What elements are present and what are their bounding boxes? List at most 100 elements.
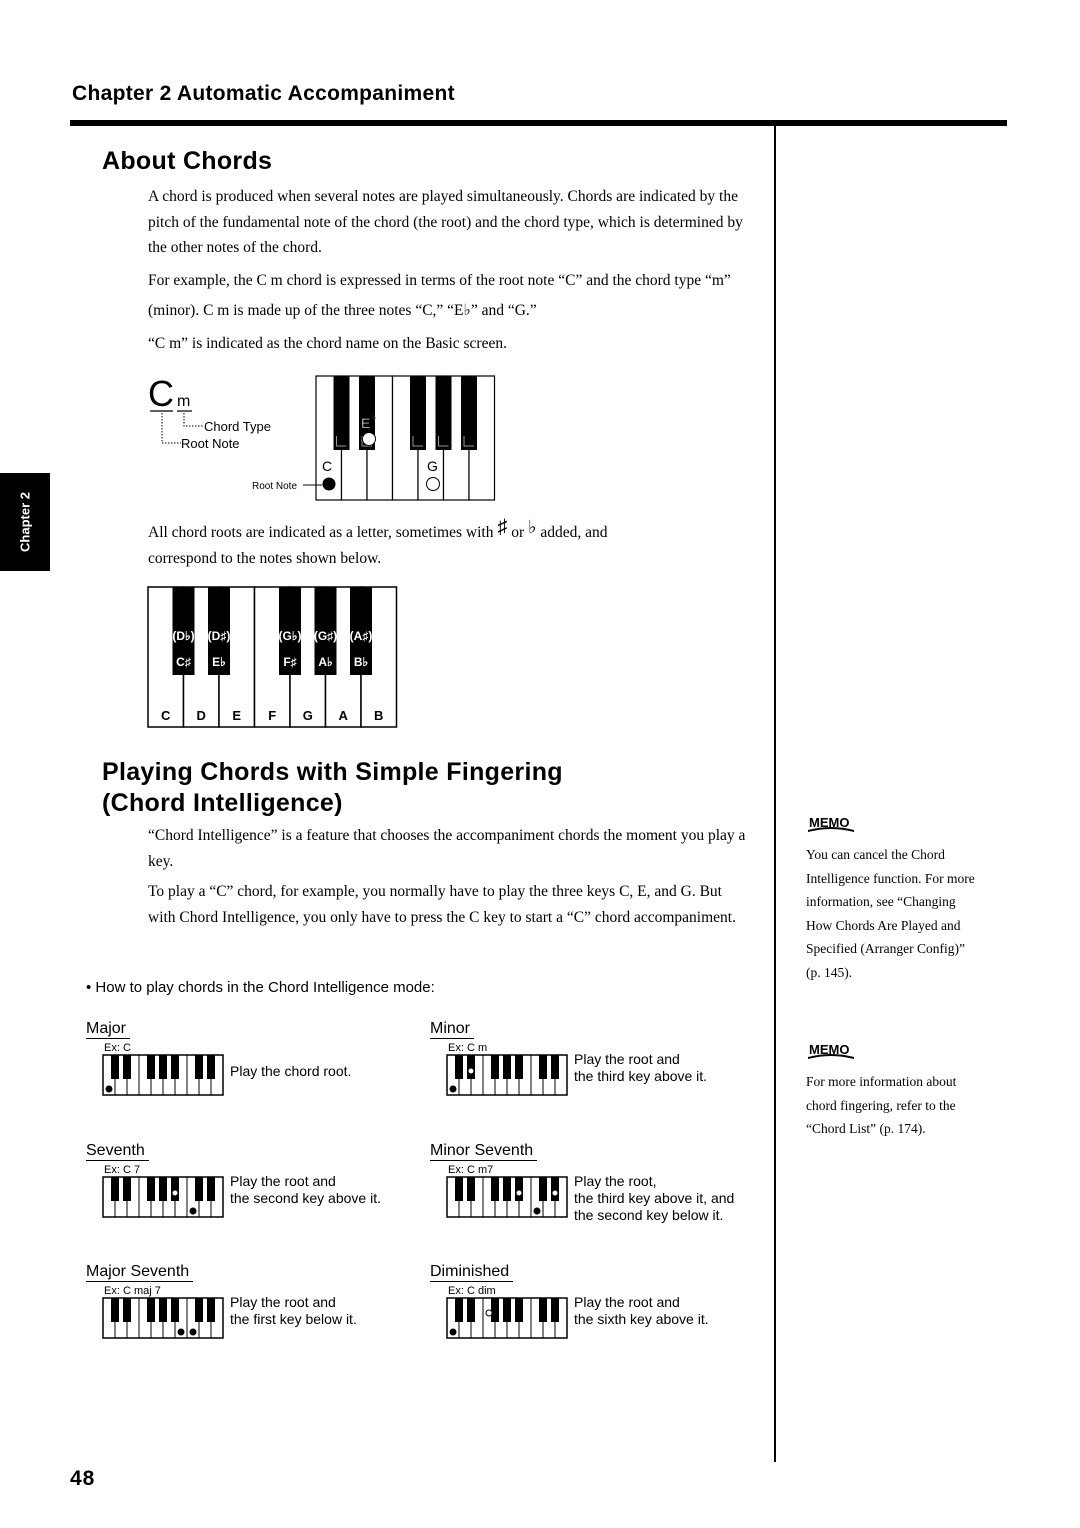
mini-black-key [551, 1055, 559, 1079]
mini-black-key [515, 1298, 523, 1322]
white-key-label: B [374, 708, 383, 723]
mini-black-key [539, 1298, 547, 1322]
dot-eb [362, 432, 376, 446]
black-key-alt-label: (A♯) [350, 629, 373, 643]
key-mark-dot [449, 1328, 457, 1336]
key-mark-dot [515, 1189, 523, 1197]
mini-black-key [111, 1298, 119, 1322]
memo-icon: MEMO [808, 815, 854, 832]
chord-example-major: Major Ex: C Play the chord root. [86, 1019, 351, 1096]
flat-icon: ♭ [528, 517, 537, 537]
heading-line: (Chord Intelligence) [102, 789, 343, 817]
memo-icon: MEMO [808, 1042, 854, 1059]
mini-black-key [159, 1177, 167, 1201]
root-notes-keyboard: C D E F G A B (D♭) C♯ (D♯) E♭ (G♭) F♯ (G♯) A♭ (A♯) B♭ [147, 586, 398, 728]
black-key-alt-label: (G♭) [279, 629, 302, 643]
chord-example-label: Ex: C [104, 1042, 131, 1054]
mini-black-key [491, 1055, 499, 1079]
svg-text:MEMO: MEMO [809, 1042, 849, 1057]
mini-black-key [195, 1177, 203, 1201]
chord-example-label: Ex: C dim [448, 1285, 496, 1297]
chord-description: Play the chord root. [230, 1063, 351, 1080]
mini-keyboard [102, 1297, 224, 1339]
memo-note-2: MEMO For more information about chord fin… [806, 1037, 1016, 1141]
cm-type-letter: m [177, 393, 190, 410]
mini-black-key [491, 1177, 499, 1201]
mini-black-key [455, 1298, 463, 1322]
roots-text-part: or [511, 524, 525, 541]
mini-black-key [147, 1055, 155, 1079]
key-mark-dot [551, 1189, 559, 1197]
mini-black-key [539, 1055, 547, 1079]
how-to-bullet: • How to play chords in the Chord Intell… [86, 979, 435, 996]
cm-keyboard [315, 375, 496, 501]
mini-black-key [539, 1177, 547, 1201]
mini-black-key [551, 1298, 559, 1322]
root-dot-c [322, 477, 336, 491]
mini-black-key [467, 1177, 475, 1201]
white-key-label: G [303, 708, 313, 723]
black-key-alt-label: (G♯) [314, 629, 337, 643]
key-mark-dot [177, 1328, 185, 1336]
memo-text: For more information about chord fingerin… [806, 1074, 957, 1136]
mini-keyboard [446, 1176, 568, 1218]
mini-black-key [503, 1177, 511, 1201]
mini-black-key [467, 1055, 475, 1079]
mini-black-key [503, 1055, 511, 1079]
black-key-alt-label: (D♭) [172, 629, 194, 643]
chord-description: Play the root and the second key above it… [230, 1173, 381, 1207]
mini-black-key [147, 1298, 155, 1322]
black-key-label: E♭ [212, 655, 226, 669]
about-chords-heading: About Chords [102, 147, 273, 175]
paragraph: “C m” is indicated as the chord name on … [148, 334, 507, 352]
mini-black-key [551, 1177, 559, 1201]
mini-black-key [195, 1298, 203, 1322]
paragraph: “Chord Intelligence” is a feature that c… [148, 827, 746, 870]
cm-root-letter: C [148, 373, 174, 414]
chord-title: Minor Seventh [430, 1141, 538, 1161]
mini-keyboard [446, 1054, 568, 1096]
black-key-label: A♭ [318, 655, 332, 669]
white-key-label: A [339, 708, 349, 723]
sharp-icon: ♯ [497, 516, 508, 538]
mini-black-key [123, 1298, 131, 1322]
chord-title: Diminished [430, 1262, 514, 1282]
chord-description-line: Play the root and [230, 1173, 336, 1189]
memo-text: You can cancel the Chord Intelligence fun… [806, 847, 975, 980]
chord-example-minor-seventh: Minor Seventh Ex: C m7 Play the root, the … [430, 1141, 734, 1223]
cm-chord-diagram: C m Chord Type Root Note Root Note C E ♭… [148, 373, 496, 501]
mini-black-key [171, 1055, 179, 1079]
chord-type-label: Chord Type [204, 419, 271, 434]
note-c-label: C [322, 458, 332, 474]
mini-black-key [111, 1055, 119, 1079]
chord-description-line: the second key below it. [574, 1207, 724, 1223]
mini-keyboard [446, 1297, 568, 1339]
white-key-label: D [197, 708, 206, 723]
chord-description: Play the root and the first key below it. [230, 1294, 357, 1328]
paragraph: A chord is produced when several notes a… [148, 188, 743, 256]
chord-description-line: Play the root, [574, 1173, 657, 1189]
mini-black-key [207, 1298, 215, 1322]
chord-description: Play the root, the third key above it, an… [574, 1173, 734, 1224]
roots-text-part: All chord roots are indicated as a lette… [148, 524, 494, 541]
black-key [435, 376, 452, 450]
chord-description-line: Play the root and [574, 1294, 680, 1310]
key-mark-dot [105, 1085, 113, 1093]
mini-black-key [171, 1177, 179, 1201]
mini-black-key [207, 1177, 215, 1201]
root-note-label: Root Note [181, 436, 240, 451]
key-mark-dot [189, 1207, 197, 1215]
white-key-label: E [232, 708, 241, 723]
black-key-label: C♯ [176, 655, 191, 669]
flat-sign: ♭ [372, 412, 376, 422]
chord-description-line: the second key above it. [230, 1190, 381, 1206]
chord-description: Play the root and the third key above it. [574, 1051, 707, 1085]
key-mark-dot [485, 1309, 493, 1317]
chord-title: Major Seventh [86, 1262, 194, 1282]
note-g-label: G [427, 458, 438, 474]
chapter-header: Chapter 2 Automatic Accompaniment [72, 82, 455, 105]
mini-black-key [455, 1055, 463, 1079]
svg-text:MEMO: MEMO [809, 815, 849, 830]
chapter-side-tab[interactable]: Chapter 2 [0, 473, 50, 571]
key-mark-dot [467, 1067, 475, 1075]
